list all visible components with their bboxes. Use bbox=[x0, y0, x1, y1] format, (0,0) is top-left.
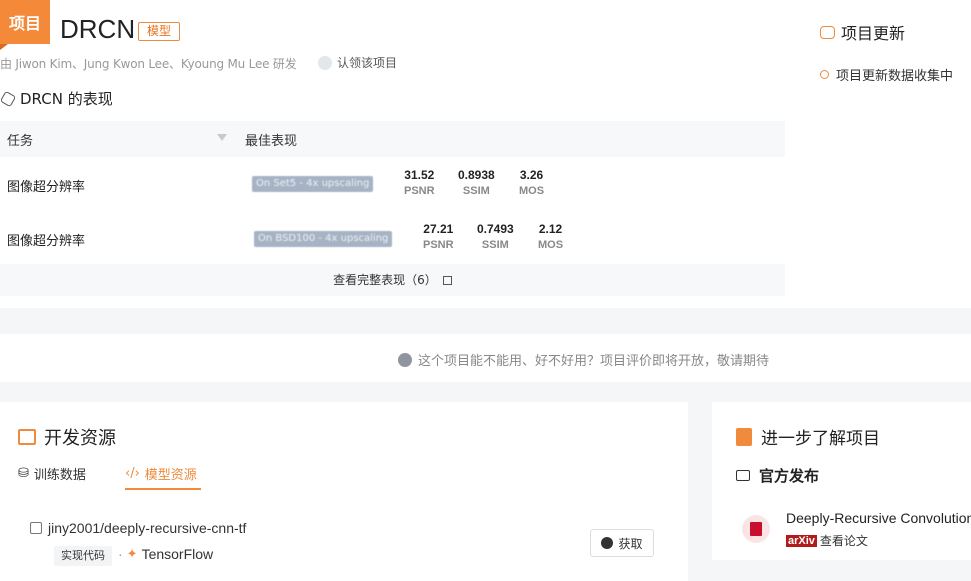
comment-icon bbox=[820, 25, 835, 39]
filter-icon[interactable] bbox=[217, 134, 227, 141]
tab-model-resources[interactable]: ‹/› 模型资源 bbox=[125, 464, 197, 483]
column-best: 最佳表现 bbox=[245, 134, 298, 149]
project-badge: 项目 bbox=[0, 0, 50, 50]
code-box-icon bbox=[18, 429, 36, 445]
review-banner: 这个项目能不能用、好不好用？项目评价即将开放，敬请期待 bbox=[0, 334, 971, 382]
view-full-performance-button[interactable]: 查看完整表现（6） bbox=[0, 264, 785, 296]
circle-dot-icon bbox=[820, 70, 829, 79]
metric-psnr: 31.52 PSNR bbox=[404, 168, 435, 197]
tensorflow-icon: ✦ bbox=[126, 546, 138, 561]
authors-line: 由 Jiwon Kim、Jung Kwon Lee、Kyoung Mu Lee … bbox=[0, 57, 297, 71]
dev-resources-title: 开发资源 bbox=[44, 428, 116, 449]
implementation-tag: 实现代码 bbox=[54, 546, 112, 566]
repo-name: jiny2001/deeply-recursive-cnn-tf bbox=[48, 520, 247, 536]
metric-psnr: 27.21 PSNR bbox=[423, 222, 454, 251]
update-item: 项目更新数据收集中 bbox=[820, 65, 953, 84]
active-tab-indicator bbox=[125, 488, 201, 490]
hexagon-icon bbox=[0, 90, 17, 107]
dataset-link[interactable]: On BSD100 - 4x upscaling bbox=[254, 231, 393, 247]
official-release-label: 官方发布 bbox=[759, 467, 820, 485]
monitor-icon bbox=[736, 470, 750, 481]
arxiv-logo: arXiv bbox=[786, 534, 817, 547]
column-task: 任务 bbox=[7, 134, 34, 149]
paper-icon bbox=[742, 515, 770, 543]
learn-more-title: 进一步了解项目 bbox=[761, 429, 880, 449]
dataset-icon: ⛁ bbox=[18, 466, 29, 481]
dataset-link[interactable]: On Set5 - 4x upscaling bbox=[252, 176, 374, 192]
claim-project-link[interactable]: 认领该项目 bbox=[318, 54, 397, 71]
updates-title: 项目更新 bbox=[841, 24, 906, 43]
view-paper-link[interactable]: arXiv 查看论文 bbox=[786, 532, 868, 549]
dev-resources-card: 开发资源 ⛁ 训练数据 ‹/› 模型资源 jiny2001/deeply-rec… bbox=[0, 402, 688, 581]
performance-table-header: 任务 最佳表现 bbox=[0, 121, 785, 157]
framework-label: · ✦ TensorFlow bbox=[118, 546, 214, 562]
metric-mos: 2.12 MOS bbox=[538, 222, 564, 251]
performance-heading: DRCN 的表现 bbox=[0, 88, 113, 109]
repository-icon bbox=[30, 522, 42, 534]
table-row: 图像超分辨率 On Set5 - 4x upscaling 31.52 PSNR… bbox=[0, 158, 785, 212]
table-row: 图像超分辨率 On BSD100 - 4x upscaling 27.21 PS… bbox=[0, 212, 785, 266]
review-text: 这个项目能不能用、好不好用？项目评价即将开放，敬请期待 bbox=[418, 354, 770, 369]
task-name: 图像超分辨率 bbox=[7, 180, 86, 195]
document-icon bbox=[736, 427, 752, 446]
github-icon bbox=[601, 537, 614, 549]
model-tag[interactable]: 模型 bbox=[138, 22, 181, 41]
learn-more-card: 进一步了解项目 官方发布 Deeply-Recursive Convolutio… bbox=[712, 402, 971, 560]
chat-icon bbox=[398, 352, 412, 367]
updates-heading: 项目更新 bbox=[820, 20, 905, 44]
performance-title: DRCN 的表现 bbox=[20, 90, 113, 108]
metric-ssim: 0.8938 SSIM bbox=[458, 168, 495, 197]
user-icon bbox=[318, 55, 332, 70]
metric-ssim: 0.7493 SSIM bbox=[477, 222, 514, 251]
paper-title-link[interactable]: Deeply-Recursive Convolutional Network f… bbox=[786, 510, 971, 526]
claim-label: 认领该项目 bbox=[337, 56, 398, 70]
task-name: 图像超分辨率 bbox=[7, 234, 86, 249]
metric-mos: 3.26 MOS bbox=[519, 168, 545, 197]
project-title: DRCN bbox=[60, 14, 136, 44]
view-full-performance-label: 查看完整表现（6） bbox=[333, 273, 437, 287]
code-icon: ‹/› bbox=[125, 466, 140, 481]
tab-training-data[interactable]: ⛁ 训练数据 bbox=[18, 464, 86, 483]
repo-link[interactable]: jiny2001/deeply-recursive-cnn-tf bbox=[30, 520, 246, 536]
get-button[interactable]: 获取 bbox=[590, 529, 654, 557]
external-link-icon bbox=[442, 276, 452, 285]
update-item-text: 项目更新数据收集中 bbox=[836, 69, 954, 84]
